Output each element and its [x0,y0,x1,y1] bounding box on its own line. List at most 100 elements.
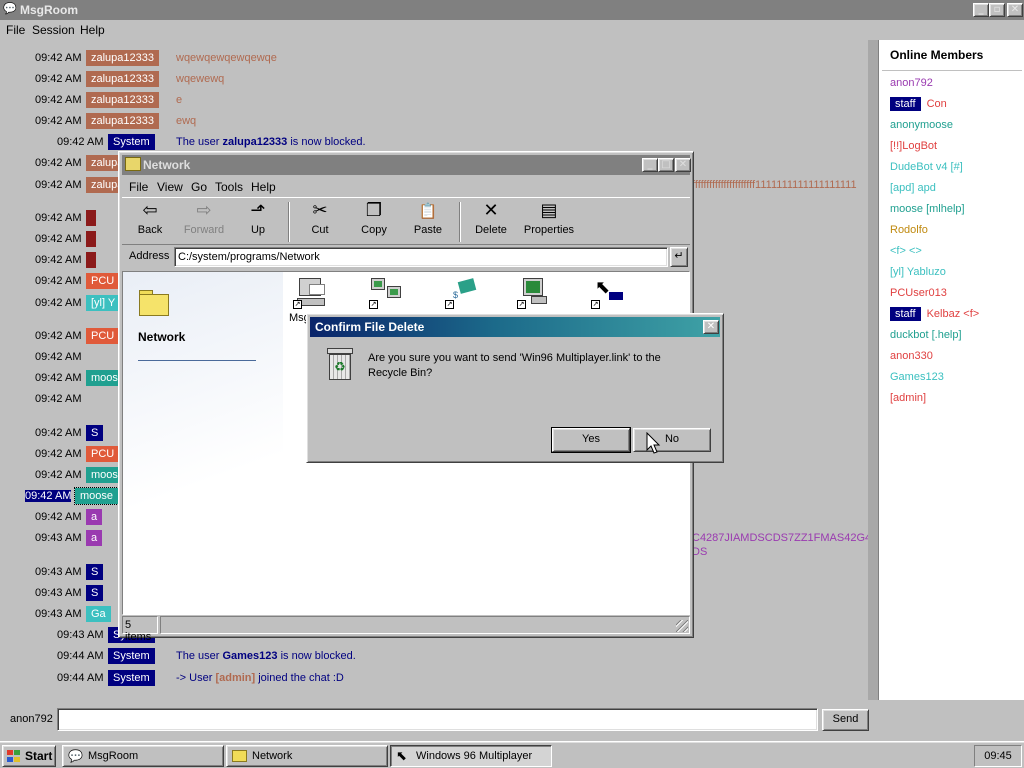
delete-button[interactable]: ✕ Delete [465,200,517,242]
dialog-titlebar[interactable]: Confirm File Delete ✕ [310,317,720,337]
username-badge[interactable] [86,231,96,247]
network-menu-file[interactable]: File [129,180,148,194]
member-item[interactable]: <f> <> [890,245,922,261]
username-badge[interactable]: a [86,530,103,546]
member-item[interactable]: [yl] Yabluzo [890,266,946,282]
member-item[interactable]: staff Kelbaz <f> [890,307,979,324]
staff-badge: staff [890,97,921,111]
copy-button[interactable]: ❐ Copy [348,200,400,242]
scissors-icon: ✂ [312,200,328,221]
member-item[interactable]: moose [mlhelp] [890,203,965,219]
system-message: The user zalupa12333 is now blocked. [176,136,366,148]
member-item[interactable]: PCUser013 [890,287,947,303]
username-badge[interactable]: zalupa12333 [86,92,160,108]
msgroom-titlebar[interactable]: 💬 MsgRoom _ ▫ ✕ [0,0,1024,20]
message-timestamp: 09:43 AM [35,587,82,599]
message-timestamp: 09:42 AM [25,490,72,502]
dialog-title: Confirm File Delete [315,320,425,334]
message-timestamp: 09:43 AM [35,532,82,544]
network-server-icon[interactable]: ↗ [517,276,557,312]
member-item[interactable]: anonymoose [890,119,953,135]
close-button[interactable]: ✕ [1007,3,1023,17]
member-item[interactable]: staff Con [890,97,947,114]
address-input[interactable] [174,247,668,267]
network-menu-go[interactable]: Go [191,180,207,194]
taskbar-win96-multiplayer[interactable]: ⬉ Windows 96 Multiplayer [390,745,552,767]
network-computers-icon[interactable]: ↗ [369,276,409,312]
username-badge[interactable]: S [86,425,104,441]
send-button[interactable]: Send [822,709,869,731]
username-badge[interactable]: zalupa12333 [86,113,160,129]
taskbar-msgroom[interactable]: 💬 MsgRoom [62,745,224,767]
member-item[interactable]: anon330 [890,350,933,366]
network-maximize-button[interactable]: □ [658,158,674,172]
no-button[interactable]: No [633,428,711,452]
username-badge[interactable]: S [86,585,104,601]
message-timestamp: 09:42 AM [35,115,82,127]
member-item[interactable]: [admin] [890,392,926,408]
network-menu-tools[interactable]: Tools [215,180,243,194]
mentioned-user: [admin] [215,672,256,684]
member-item[interactable]: [!!]LogBot [890,140,937,156]
message-timestamp: 09:42 AM [35,52,82,64]
message-timestamp: 09:42 AM [57,136,104,148]
paste-button[interactable]: 📋 Paste [402,200,454,242]
member-item[interactable]: anon792 [890,77,933,93]
member-item[interactable]: DudeBot v4 [#] [890,161,963,177]
chat-scrollbar[interactable] [868,40,878,700]
menu-session[interactable]: Session [32,23,75,37]
forward-button[interactable]: ⇨ Forward [178,200,230,242]
username-badge[interactable]: zalupa12333 [86,71,160,87]
address-go-button[interactable]: ↵ [670,247,688,267]
member-item[interactable]: [apd] apd [890,182,936,198]
username-badge[interactable]: zalupa12333 [86,50,160,66]
menu-help[interactable]: Help [80,23,105,37]
member-item[interactable]: Games123 [890,371,944,387]
message-timestamp: 09:42 AM [35,511,82,523]
network-share-icon[interactable]: $ ↗ [445,276,485,312]
username-badge[interactable]: PCU [86,273,120,289]
username-badge[interactable] [86,210,96,226]
username-badge[interactable]: a [86,509,103,525]
chat-message-row: 09:42 AM zalupa12333 wqewqewqewqewqe [0,50,868,66]
chat-message-input[interactable] [57,708,818,731]
network-window-title: Network [143,158,191,172]
username-badge[interactable]: System [108,648,155,664]
username-badge[interactable] [86,252,96,268]
member-item[interactable]: Rodolfo [890,224,928,240]
username-badge[interactable]: S [86,564,104,580]
network-menu-view[interactable]: View [157,180,183,194]
msgroom-shortcut-icon[interactable]: ↗ [293,276,333,312]
up-button[interactable]: ⬏ Up [232,200,284,242]
username-badge[interactable]: System [108,134,155,150]
resize-grip[interactable] [676,620,688,632]
maximize-button[interactable]: ▫ [989,3,1005,17]
cut-button[interactable]: ✂ Cut [294,200,346,242]
username-badge[interactable]: moose [73,487,120,505]
username-badge[interactable]: System [108,670,155,686]
minimize-button[interactable]: _ [973,3,989,17]
back-button[interactable]: ⇦ Back [124,200,176,242]
taskbar-network[interactable]: Network [226,745,388,767]
message-timestamp: 09:42 AM [35,297,82,309]
yes-button[interactable]: Yes [551,427,631,453]
network-close-button[interactable]: ✕ [675,158,691,172]
username-badge[interactable]: PCU [86,446,120,462]
start-button[interactable]: Start [2,745,56,767]
username-badge[interactable]: Ga [86,606,111,622]
message-timestamp: 09:42 AM [35,212,82,224]
up-folder-icon: ⬏ [250,200,266,221]
network-minimize-button[interactable]: _ [642,158,658,172]
username-badge[interactable]: PCU [86,328,120,344]
network-menu-help[interactable]: Help [251,180,276,194]
message-timestamp: 09:42 AM [35,351,82,363]
copy-icon: ❐ [365,200,383,221]
username-badge[interactable]: [yl] Y [86,295,121,311]
dialog-close-button[interactable]: ✕ [703,320,719,334]
network-titlebar[interactable]: Network _ □ ✕ [122,155,691,175]
message-timestamp: 09:42 AM [35,254,82,266]
member-item[interactable]: duckbot [.help] [890,329,962,345]
win96-multiplayer-link-icon[interactable]: ⬉ ↗ [591,276,631,312]
properties-button[interactable]: ▤ Properties [519,200,579,242]
menu-file[interactable]: File [6,23,25,37]
